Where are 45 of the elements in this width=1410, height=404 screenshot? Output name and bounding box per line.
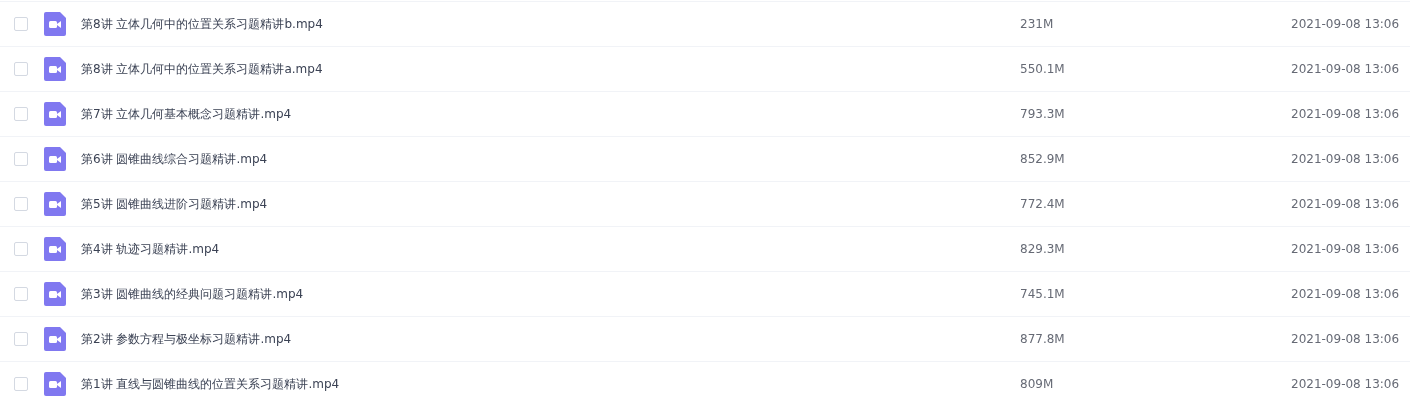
file-size: 772.4M	[1020, 197, 1066, 211]
video-file-icon	[44, 102, 66, 126]
file-name[interactable]: 第5讲 圆锥曲线进阶习题精讲.mp4	[81, 195, 1020, 213]
file-name[interactable]: 第8讲 立体几何中的位置关系习题精讲a.mp4	[81, 60, 1020, 78]
checkbox[interactable]	[14, 17, 28, 31]
video-file-icon	[44, 57, 66, 81]
checkbox[interactable]	[14, 242, 28, 256]
modified-date: 2021-09-08 13:06	[1291, 197, 1400, 211]
file-size: 745.1M	[1020, 287, 1066, 301]
checkbox[interactable]	[14, 332, 28, 346]
file-name[interactable]: 第4讲 轨迹习题精讲.mp4	[81, 240, 1020, 258]
file-name[interactable]: 第7讲 立体几何基本概念习题精讲.mp4	[81, 105, 1020, 123]
file-name[interactable]: 第8讲 立体几何中的位置关系习题精讲b.mp4	[81, 15, 1020, 33]
modified-date: 2021-09-08 13:06	[1291, 17, 1400, 31]
video-file-icon	[44, 147, 66, 171]
file-name[interactable]: 第3讲 圆锥曲线的经典问题习题精讲.mp4	[81, 285, 1020, 303]
video-file-icon	[44, 372, 66, 396]
video-file-icon	[44, 282, 66, 306]
checkbox[interactable]	[14, 197, 28, 211]
checkbox[interactable]	[14, 377, 28, 391]
video-file-icon	[44, 327, 66, 351]
file-size: 829.3M	[1020, 242, 1066, 256]
modified-date: 2021-09-08 13:06	[1291, 242, 1400, 256]
video-file-icon	[44, 237, 66, 261]
file-name[interactable]: 第2讲 参数方程与极坐标习题精讲.mp4	[81, 330, 1020, 348]
checkbox[interactable]	[14, 107, 28, 121]
modified-date: 2021-09-08 13:06	[1291, 62, 1400, 76]
file-name[interactable]: 第1讲 直线与圆锥曲线的位置关系习题精讲.mp4	[81, 375, 1020, 393]
video-file-icon	[44, 192, 66, 216]
checkbox[interactable]	[14, 62, 28, 76]
file-size: 809M	[1020, 377, 1055, 391]
file-size: 852.9M	[1020, 152, 1066, 166]
file-name[interactable]: 第6讲 圆锥曲线综合习题精讲.mp4	[81, 150, 1020, 168]
checkbox[interactable]	[14, 152, 28, 166]
file-size: 231M	[1020, 17, 1055, 31]
modified-date: 2021-09-08 13:06	[1291, 107, 1400, 121]
modified-date: 2021-09-08 13:06	[1291, 152, 1400, 166]
file-size: 877.8M	[1020, 332, 1066, 346]
file-size: 793.3M	[1020, 107, 1066, 121]
modified-date: 2021-09-08 13:06	[1291, 377, 1400, 391]
modified-date: 2021-09-08 13:06	[1291, 332, 1400, 346]
video-file-icon	[44, 12, 66, 36]
modified-date: 2021-09-08 13:06	[1291, 287, 1400, 301]
file-size: 550.1M	[1020, 62, 1066, 76]
checkbox[interactable]	[14, 287, 28, 301]
